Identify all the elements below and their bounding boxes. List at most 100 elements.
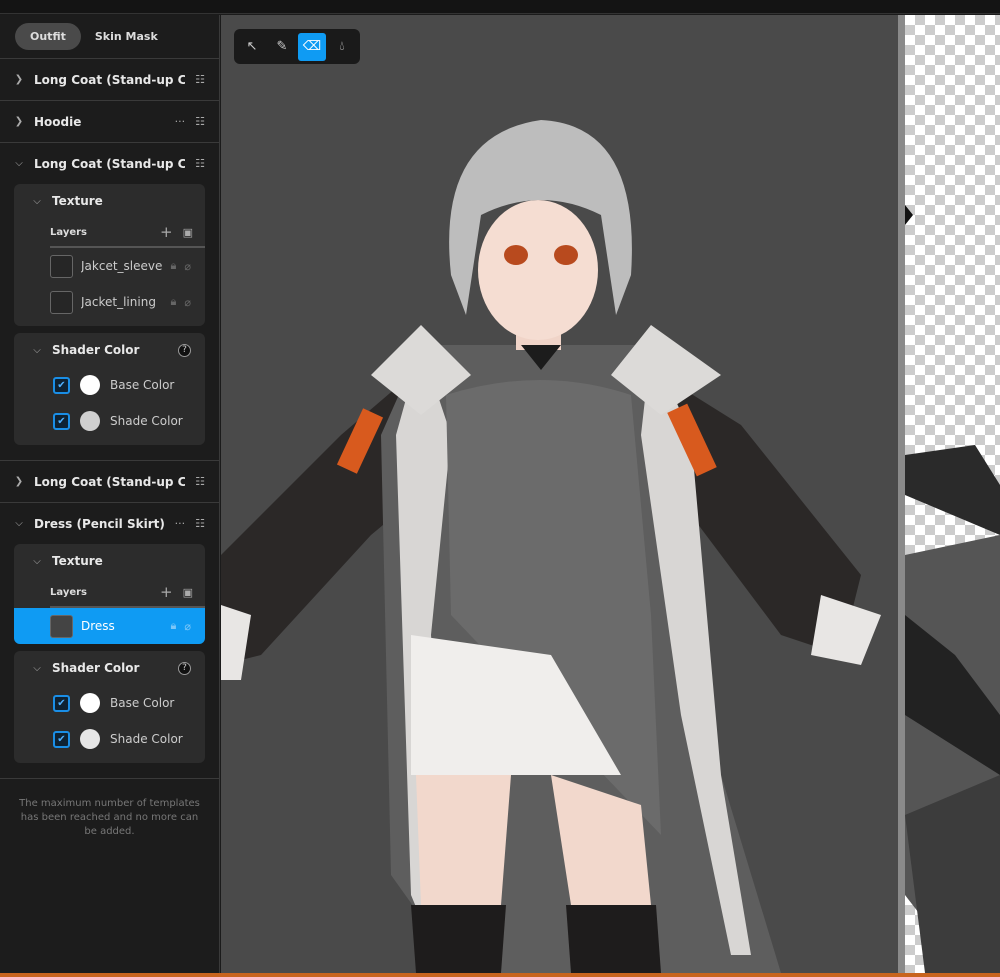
layer-thumbnail bbox=[50, 254, 73, 278]
layers-header: Layers + ▣ bbox=[50, 578, 205, 608]
layer-thumbnail bbox=[50, 614, 73, 638]
layer-item-selected[interactable]: Dress 🔒︎ ⌀ bbox=[14, 608, 205, 644]
layer-item[interactable]: Jacket_lining 🔒︎ ⌀ bbox=[14, 284, 205, 320]
chevron-right-icon: ❯ bbox=[14, 74, 24, 85]
character-model bbox=[221, 120, 881, 973]
section-header[interactable]: ⌵ Dress (Pencil Skirt) ··· ☷ bbox=[14, 503, 205, 544]
shade-color-swatch[interactable] bbox=[80, 411, 100, 431]
shader-color-card: ⌵ Shader Color ? ✔ Base Color ✔ Shade Co… bbox=[14, 651, 205, 763]
sliders-icon[interactable]: ☷ bbox=[195, 157, 205, 170]
outfit-section: ❯ Long Coat (Stand-up Col ☷ bbox=[0, 59, 219, 101]
base-color-row: ✔ Base Color bbox=[14, 685, 205, 721]
layer-name: Jacket_lining bbox=[81, 295, 156, 309]
shader-header[interactable]: ⌵ Shader Color ? bbox=[14, 333, 205, 367]
cursor-icon: ↖ bbox=[246, 39, 258, 54]
chevron-down-icon: ⌵ bbox=[33, 195, 41, 207]
section-header[interactable]: ❯ Hoodie ··· ☷ bbox=[14, 101, 205, 142]
base-color-swatch[interactable] bbox=[80, 375, 100, 395]
chevron-right-icon: ❯ bbox=[14, 476, 24, 487]
color-label: Shade Color bbox=[110, 732, 183, 746]
texture-title: Texture bbox=[52, 194, 103, 208]
more-icon[interactable]: ··· bbox=[175, 115, 186, 128]
texture-canvas[interactable] bbox=[905, 15, 1000, 973]
lock-icon[interactable]: 🔒︎ bbox=[171, 619, 177, 633]
chevron-down-icon: ⌵ bbox=[33, 555, 41, 567]
help-icon[interactable]: ? bbox=[178, 343, 191, 357]
lock-icon[interactable]: 🔒︎ bbox=[171, 259, 177, 273]
drawing-toolbar: ↖ ✎ ⌫ 💧︎ bbox=[234, 29, 360, 64]
section-title: Long Coat (Stand-up Col bbox=[34, 72, 186, 87]
chevron-right-icon: ❯ bbox=[14, 116, 24, 127]
help-icon[interactable]: ? bbox=[178, 661, 191, 675]
panel-divider[interactable] bbox=[898, 15, 905, 973]
color-label: Shade Color bbox=[110, 414, 183, 428]
base-color-row: ✔ Base Color bbox=[14, 367, 205, 403]
layers-label: Layers bbox=[50, 586, 87, 598]
section-header[interactable]: ❯ Long Coat (Stand-up Col ☷ bbox=[14, 461, 205, 502]
texture-card: ⌵ Texture Layers + ▣ Dress 🔒︎ ⌀ bbox=[14, 544, 205, 644]
fill-tool-button[interactable]: 💧︎ bbox=[328, 33, 356, 61]
outfit-section: ⌵ Dress (Pencil Skirt) ··· ☷ ⌵ Texture L… bbox=[0, 503, 219, 779]
texture-header[interactable]: ⌵ Texture bbox=[14, 184, 205, 218]
add-image-icon[interactable]: ▣ bbox=[183, 226, 193, 239]
chevron-down-icon: ⌵ bbox=[33, 344, 41, 356]
layer-item[interactable]: Jakcet_sleeve 🔒︎ ⌀ bbox=[14, 248, 205, 284]
eye-off-icon[interactable]: ⌀ bbox=[184, 260, 191, 273]
base-color-checkbox[interactable]: ✔ bbox=[53, 376, 70, 394]
texture-card: ⌵ Texture Layers + ▣ Jakcet_sleeve 🔒︎ ⌀ … bbox=[14, 184, 205, 326]
section-title: Hoodie bbox=[34, 114, 82, 129]
outfit-section: ❯ Long Coat (Stand-up Col ☷ bbox=[0, 461, 219, 503]
section-header[interactable]: ⌵ Long Coat (Stand-up Col ☷ bbox=[14, 143, 205, 184]
tab-outfit[interactable]: Outfit bbox=[15, 23, 81, 50]
color-label: Base Color bbox=[110, 696, 175, 710]
eye-off-icon[interactable]: ⌀ bbox=[184, 620, 191, 633]
section-title: Long Coat (Stand-up Col bbox=[34, 156, 186, 171]
shade-color-checkbox[interactable]: ✔ bbox=[53, 412, 70, 430]
base-color-checkbox[interactable]: ✔ bbox=[53, 694, 70, 712]
layer-name: Jakcet_sleeve bbox=[81, 259, 163, 273]
top-bar bbox=[0, 0, 1000, 14]
texture-title: Texture bbox=[52, 554, 103, 568]
section-title: Long Coat (Stand-up Col bbox=[34, 474, 186, 489]
template-limit-note: The maximum number of templates has been… bbox=[19, 798, 200, 837]
texture-preview bbox=[905, 205, 1000, 973]
add-layer-icon[interactable]: + bbox=[160, 223, 173, 241]
eraser-icon: ⌫ bbox=[302, 39, 322, 54]
pen-icon: ✎ bbox=[276, 39, 288, 54]
section-header[interactable]: ❯ Long Coat (Stand-up Col ☷ bbox=[14, 59, 205, 100]
select-tool-button[interactable]: ↖ bbox=[238, 33, 266, 61]
sliders-icon[interactable]: ☷ bbox=[195, 517, 205, 530]
shader-title: Shader Color bbox=[52, 343, 140, 357]
layer-thumbnail bbox=[50, 290, 73, 314]
section-title: Dress (Pencil Skirt) bbox=[34, 516, 165, 531]
bottom-accent-bar bbox=[0, 973, 1000, 977]
eraser-tool-button[interactable]: ⌫ bbox=[298, 32, 326, 61]
lock-icon[interactable]: 🔒︎ bbox=[171, 295, 177, 309]
chevron-down-icon: ⌵ bbox=[33, 662, 41, 674]
layer-name: Dress bbox=[81, 619, 115, 633]
add-image-icon[interactable]: ▣ bbox=[183, 586, 193, 599]
more-icon[interactable]: ··· bbox=[175, 517, 186, 530]
sliders-icon[interactable]: ☷ bbox=[195, 115, 205, 128]
add-layer-icon[interactable]: + bbox=[160, 583, 173, 601]
pen-tool-button[interactable]: ✎ bbox=[268, 33, 296, 61]
sliders-icon[interactable]: ☷ bbox=[195, 73, 205, 86]
shader-color-card: ⌵ Shader Color ? ✔ Base Color ✔ Shade Co… bbox=[14, 333, 205, 445]
layers-header: Layers + ▣ bbox=[50, 218, 205, 248]
eye-off-icon[interactable]: ⌀ bbox=[184, 296, 191, 309]
texture-header[interactable]: ⌵ Texture bbox=[14, 544, 205, 578]
shade-color-row: ✔ Shade Color bbox=[14, 721, 205, 757]
outfit-section: ❯ Hoodie ··· ☷ bbox=[0, 101, 219, 143]
droplet-icon: 💧︎ bbox=[339, 39, 345, 54]
color-label: Base Color bbox=[110, 378, 175, 392]
layers-label: Layers bbox=[50, 226, 87, 238]
sidebar: Outfit Skin Mask ❯ Long Coat (Stand-up C… bbox=[0, 15, 220, 973]
shader-header[interactable]: ⌵ Shader Color ? bbox=[14, 651, 205, 685]
tab-skin-mask[interactable]: Skin Mask bbox=[95, 23, 158, 50]
base-color-swatch[interactable] bbox=[80, 693, 100, 713]
shade-color-swatch[interactable] bbox=[80, 729, 100, 749]
3d-viewport[interactable]: ↖ ✎ ⌫ 💧︎ bbox=[221, 15, 898, 973]
shade-color-checkbox[interactable]: ✔ bbox=[53, 730, 70, 748]
sliders-icon[interactable]: ☷ bbox=[195, 475, 205, 488]
chevron-down-icon: ⌵ bbox=[15, 158, 23, 169]
